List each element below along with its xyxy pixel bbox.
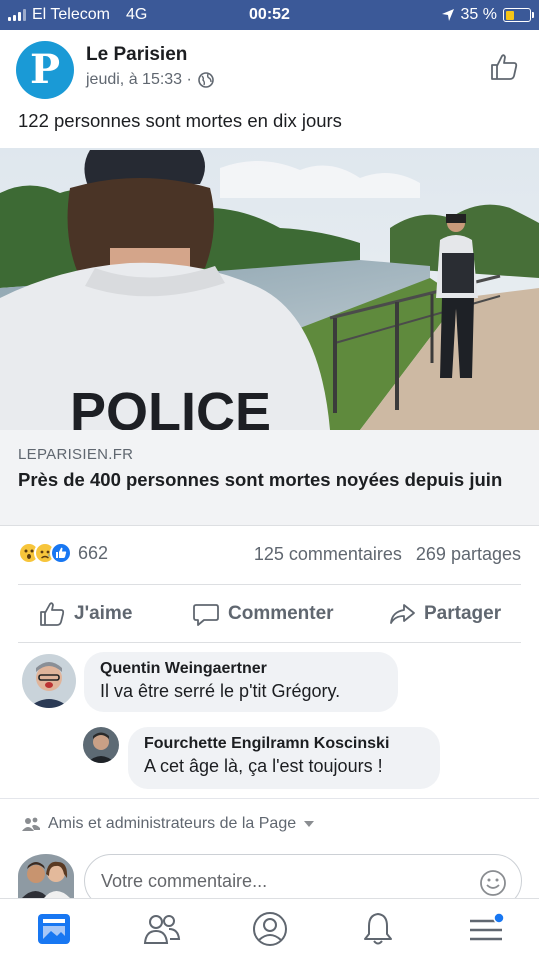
- battery-icon: [503, 8, 534, 22]
- shares-count[interactable]: 269 partages: [416, 544, 521, 565]
- like-reaction-icon: [50, 542, 72, 564]
- divider: [18, 642, 521, 643]
- comment-bubble[interactable]: Quentin Weingaertner Il va être serré le…: [84, 652, 398, 712]
- like-page-icon[interactable]: [489, 52, 519, 82]
- link-preview[interactable]: LEPARISIEN.FR Près de 400 personnes sont…: [0, 430, 539, 526]
- reaction-count: 662: [78, 542, 109, 563]
- friends-icon[interactable]: [142, 911, 182, 947]
- link-domain: LEPARISIEN.FR: [18, 446, 134, 463]
- profile-icon[interactable]: [250, 911, 290, 947]
- post-stats: 662 125 commentaires 269 partages: [18, 540, 521, 570]
- menu-icon[interactable]: [466, 911, 506, 947]
- emoji-icon[interactable]: [479, 869, 507, 897]
- like-label: J'aime: [74, 603, 133, 624]
- comment-item: Quentin Weingaertner Il va être serré le…: [0, 652, 539, 722]
- comment-placeholder: Votre commentaire...: [101, 871, 268, 891]
- location-arrow-icon: [441, 9, 454, 21]
- share-arrow-icon: [390, 604, 415, 624]
- comment-text: A cet âge là, ça l'est toujours !: [144, 756, 383, 776]
- page-avatar[interactable]: P: [16, 41, 74, 99]
- audience-label: Amis et administrateurs de la Page: [48, 815, 297, 832]
- comment-author[interactable]: Fourchette Engilramn Koscinski: [144, 735, 424, 753]
- notifications-icon[interactable]: [358, 911, 398, 947]
- section-separator: [0, 798, 539, 806]
- link-title: Près de 400 personnes sont mortes noyées…: [18, 469, 503, 490]
- globe-icon: [198, 72, 214, 88]
- audience-selector[interactable]: Amis et administrateurs de la Page: [22, 815, 315, 833]
- share-label: Partager: [424, 603, 502, 624]
- post-timestamp[interactable]: jeudi, à 15:33 ·: [86, 71, 192, 89]
- caret-down-icon: [304, 821, 315, 827]
- comment-composer: Votre commentaire...: [0, 852, 539, 908]
- post-header: P Le Parisien jeudi, à 15:33 ·: [16, 38, 523, 100]
- avatar-letter: P: [29, 46, 61, 93]
- comment-text: Il va être serré le p'tit Grégory.: [100, 681, 341, 701]
- page-name[interactable]: Le Parisien: [86, 44, 187, 66]
- like-button[interactable]: J'aime: [38, 594, 132, 634]
- comments-count[interactable]: 125 commentaires: [254, 544, 402, 565]
- reactions-summary[interactable]: 662: [18, 542, 108, 564]
- user-avatar: [18, 854, 74, 898]
- post-text: 122 personnes sont mortes en dix jours: [18, 110, 342, 131]
- reply-item: Fourchette Engilramn Koscinski A cet âge…: [0, 727, 539, 793]
- police-lettering: POLICE: [70, 382, 271, 430]
- share-button[interactable]: Partager: [388, 594, 501, 634]
- comment-bubble[interactable]: Fourchette Engilramn Koscinski A cet âge…: [128, 727, 440, 789]
- commenter-avatar[interactable]: [22, 654, 76, 708]
- divider: [18, 584, 521, 585]
- post-photo[interactable]: POLICE: [0, 148, 539, 430]
- bottom-tab-bar: [0, 898, 539, 960]
- comment-button[interactable]: Commenter: [192, 594, 334, 634]
- people-icon: [22, 817, 40, 831]
- post-actions: J'aime Commenter Partager: [0, 594, 539, 634]
- comment-bubble-icon: [193, 604, 219, 626]
- commenter-avatar[interactable]: [83, 727, 119, 763]
- post-meta: jeudi, à 15:33 ·: [86, 71, 214, 89]
- news-feed-icon[interactable]: [34, 911, 74, 947]
- police-riverside-photo: POLICE: [0, 148, 539, 430]
- comment-author[interactable]: Quentin Weingaertner: [100, 660, 382, 678]
- status-bar: El Telecom 4G 00:52 35 %: [0, 0, 539, 30]
- battery-percent: 35 %: [460, 6, 497, 23]
- comment-label: Commenter: [228, 603, 334, 624]
- thumbs-up-icon: [40, 602, 65, 626]
